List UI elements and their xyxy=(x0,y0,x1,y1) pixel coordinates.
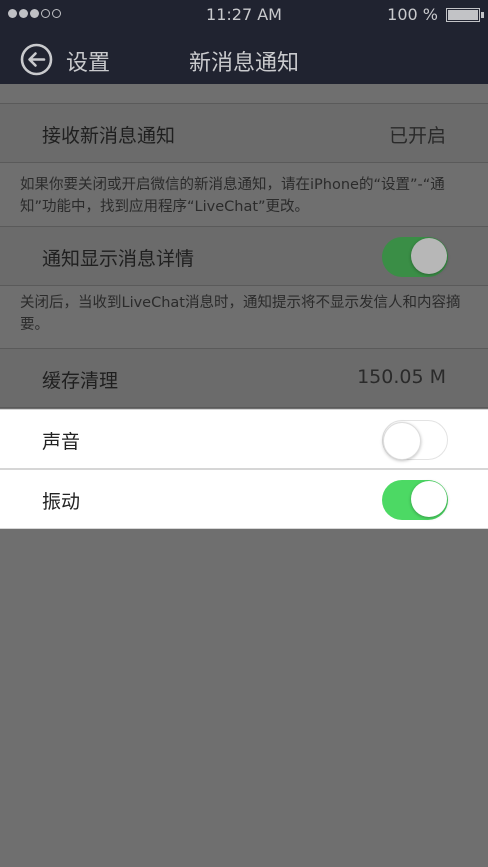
clear-cache-row[interactable]: 缓存清理 150.05 M xyxy=(0,348,488,408)
navigation-bar: 设置 新消息通知 xyxy=(0,30,488,84)
show-details-note: 关闭后，当收到LiveChat消息时，通知提示将不显示发信人和内容摘要。 xyxy=(20,295,461,333)
sound-label: 声音 xyxy=(42,431,81,453)
receive-notifications-row[interactable]: 接收新消息通知 已开启 xyxy=(0,103,488,163)
show-details-toggle[interactable] xyxy=(382,237,448,277)
cache-size-value: 150.05 M xyxy=(357,366,446,388)
show-details-row: 通知显示消息详情 xyxy=(0,226,488,286)
sound-row: 声音 xyxy=(0,409,488,469)
toggle-knob xyxy=(411,238,447,274)
status-bar: 11:27 AM 100 % xyxy=(0,0,488,30)
clear-cache-label: 缓存清理 xyxy=(42,370,119,392)
page-title: 新消息通知 xyxy=(188,51,299,76)
sound-toggle[interactable] xyxy=(382,420,448,460)
vibrate-label: 振动 xyxy=(42,491,81,513)
toggle-knob xyxy=(383,421,421,460)
receive-notifications-note: 如果你要关闭或开启微信的新消息通知，请在iPhone的“设置”-“通知”功能中，… xyxy=(20,177,445,215)
receive-notifications-label: 接收新消息通知 xyxy=(42,125,176,147)
toggle-knob xyxy=(411,481,447,517)
show-details-label: 通知显示消息详情 xyxy=(42,248,195,270)
receive-notifications-value: 已开启 xyxy=(388,125,446,147)
battery-percent: 100 % xyxy=(387,5,438,24)
battery-icon xyxy=(446,8,484,22)
vibrate-toggle[interactable] xyxy=(382,480,448,520)
vibrate-row: 振动 xyxy=(0,469,488,529)
